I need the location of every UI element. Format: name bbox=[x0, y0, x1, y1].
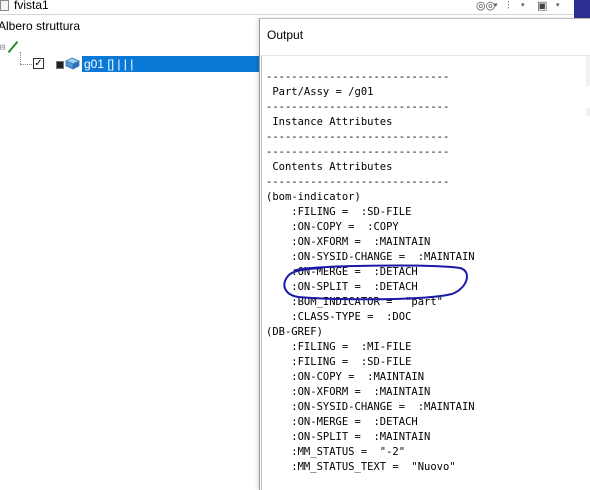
output-line: ----------------------------- bbox=[266, 71, 450, 83]
visibility-checkbox[interactable]: ✓ bbox=[33, 58, 44, 69]
output-line: :FILING = :SD-FILE bbox=[266, 206, 412, 218]
output-line: :FILING = :SD-FILE bbox=[266, 356, 412, 368]
document-icon bbox=[0, 0, 9, 11]
edit-pencil-icon bbox=[7, 40, 19, 54]
output-line: :ON-SYSID-CHANGE = :MAINTAIN bbox=[266, 401, 475, 413]
output-line: :ON-MERGE = :DETACH bbox=[266, 416, 418, 428]
tree-item-g01[interactable]: g01 [] | | | bbox=[82, 56, 260, 72]
tree-root-node[interactable]: ⊟ bbox=[0, 40, 30, 54]
view-options-icon[interactable]: ▣ bbox=[537, 0, 547, 12]
tree-connector bbox=[20, 52, 21, 64]
output-line: :ON-SPLIT = :MAINTAIN bbox=[266, 431, 431, 443]
tree-item-label: g01 [] | | | bbox=[84, 57, 134, 71]
output-line: :ON-COPY = :COPY bbox=[266, 221, 399, 233]
output-line: ----------------------------- bbox=[266, 176, 450, 188]
title-bar: fvista1 ◎◎ ▾ ⫶ ▾ ▣ ▾ bbox=[0, 0, 574, 15]
tree-connector bbox=[20, 64, 32, 65]
output-panel-title: Output bbox=[267, 28, 304, 42]
output-line: Part/Assy = /g01 bbox=[266, 86, 374, 98]
structure-tree-header: Albero struttura bbox=[0, 19, 81, 33]
binoculars-icon[interactable]: ◎◎ bbox=[476, 0, 495, 12]
output-line: :ON-XFORM = :MAINTAIN bbox=[266, 386, 431, 398]
output-line: :BOM_INDICATOR = "part" bbox=[266, 296, 444, 308]
output-line: :CLASS-TYPE = :DOC bbox=[266, 311, 412, 323]
window-title: fvista1 bbox=[14, 0, 49, 12]
output-line: Contents Attributes bbox=[266, 161, 393, 173]
scrollbar-segment bbox=[586, 56, 590, 86]
chevron-down-icon[interactable]: ▾ bbox=[556, 1, 560, 9]
output-line: :ON-SYSID-CHANGE = :MAINTAIN bbox=[266, 251, 475, 263]
output-line: :ON-SPLIT = :DETACH bbox=[266, 281, 418, 293]
output-line: :FILING = :MI-FILE bbox=[266, 341, 412, 353]
scrollbar-segment bbox=[586, 108, 590, 116]
output-line: Instance Attributes bbox=[266, 116, 393, 128]
save-disk-icon bbox=[56, 61, 64, 69]
output-line: :ON-XFORM = :MAINTAIN bbox=[266, 236, 431, 248]
collapse-icon[interactable]: ⊟ bbox=[0, 44, 5, 53]
output-line: :MM_STATUS_TEXT = "Nuovo" bbox=[266, 461, 456, 473]
output-line: ----------------------------- bbox=[266, 146, 450, 158]
filter-icon[interactable]: ⫶ bbox=[507, 0, 510, 12]
part-3d-icon bbox=[65, 57, 80, 70]
output-panel: Output ----------------------------- Par… bbox=[259, 18, 590, 490]
output-line: ----------------------------- bbox=[266, 101, 450, 113]
chevron-down-icon[interactable]: ▾ bbox=[521, 1, 525, 9]
chevron-down-icon[interactable]: ▾ bbox=[494, 1, 498, 9]
output-line: (bom-indicator) bbox=[266, 191, 361, 203]
output-line: :ON-MERGE = :DETACH bbox=[266, 266, 418, 278]
output-line: ----------------------------- bbox=[266, 131, 450, 143]
output-line: :ON-COPY = :MAINTAIN bbox=[266, 371, 425, 383]
output-line: :MM_STATUS = "-2" bbox=[266, 446, 406, 458]
output-line: (DB-GREF) bbox=[266, 326, 323, 338]
output-text-area[interactable]: ----------------------------- Part/Assy … bbox=[261, 56, 590, 490]
